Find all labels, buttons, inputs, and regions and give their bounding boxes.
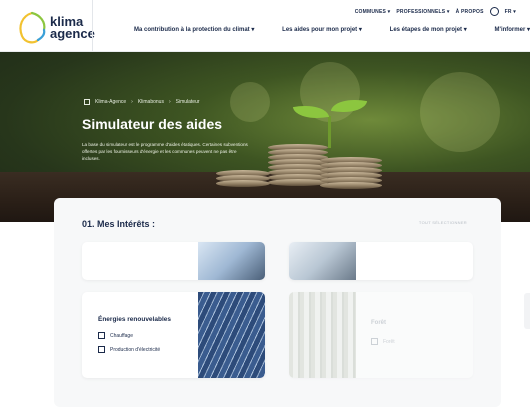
logo-line-2: agence (50, 26, 95, 41)
checkbox-label: Forêt (383, 338, 395, 345)
interest-tile[interactable] (289, 242, 473, 280)
interest-tile-image (198, 242, 265, 280)
nav-m-informer[interactable]: M'informer ▾ (495, 26, 530, 40)
breadcrumb-item[interactable]: Klimabonus (138, 99, 164, 105)
nav-m-informer-label: M'informer (494, 27, 526, 33)
nav-ma-contribution-label: Ma contribution à la protection du clima… (134, 27, 250, 33)
checkbox-label: Production d'électricité (110, 346, 161, 353)
checkbox-box[interactable] (98, 332, 105, 339)
breadcrumb-item: Simulateur (175, 99, 200, 105)
home-icon[interactable] (84, 99, 90, 105)
interest-tile-image (289, 242, 356, 280)
chevron-down-icon: ▾ (358, 27, 362, 33)
hero-bokeh (230, 82, 270, 122)
topnav-communes[interactable]: COMMUNES ▾ (355, 9, 391, 15)
klima-agence-logo[interactable]: klima agence (16, 10, 95, 46)
logo-mark-icon (19, 11, 46, 44)
interest-tile[interactable] (82, 242, 265, 280)
forest-title: Forêt (371, 320, 386, 326)
interest-tile-renewables[interactable]: Énergies renouvelables Chauffage Product… (82, 292, 265, 378)
breadcrumb-item[interactable]: Klima-Agence (95, 99, 126, 105)
topnav-apropos[interactable]: À PROPOS (456, 9, 484, 15)
nav-les-etapes-label: Les étapes de mon projet (389, 27, 463, 33)
main-nav: Ma contribution à la protection du clima… (92, 26, 530, 40)
site-header: klima agence COMMUNES ▾ PROFESSIONNELS ▾… (0, 0, 530, 52)
checkbox-production-electricite[interactable]: Production d'électricité (98, 346, 160, 353)
section-title: 01. Mes Intérêts : (82, 219, 156, 229)
hero-description: La base du simulateur est le programme d… (82, 142, 248, 161)
plant-stem (328, 116, 331, 148)
checkbox-box[interactable] (371, 338, 378, 345)
nav-les-etapes[interactable]: Les étapes de mon projet ▾ (390, 26, 467, 40)
checkbox-foret[interactable]: Forêt (371, 338, 395, 345)
select-all-link[interactable]: TOUT SÉLECTIONNER (419, 220, 467, 225)
language-select[interactable]: FR ▾ (505, 9, 516, 15)
checkbox-box[interactable] (98, 346, 105, 353)
nav-les-aides-label: Les aides pour mon projet (282, 27, 358, 33)
top-nav: COMMUNES ▾ PROFESSIONNELS ▾ À PROPOS FR … (355, 7, 516, 16)
side-panel-tab[interactable] (524, 293, 530, 329)
page-title: Simulateur des aides (82, 116, 223, 132)
chevron-down-icon: ▾ (251, 27, 255, 33)
chevron-down-icon: ▾ (463, 27, 467, 33)
forest-image (289, 292, 356, 378)
hero-bokeh (420, 72, 500, 152)
breadcrumb-separator: › (131, 99, 133, 105)
solar-panel-image (198, 292, 265, 378)
topnav-communes-label: COMMUNES (354, 8, 387, 15)
hero-banner: Klima-Agence › Klimabonus › Simulateur S… (0, 52, 530, 222)
logo-text: klima agence (50, 15, 95, 41)
nav-ma-contribution[interactable]: Ma contribution à la protection du clima… (134, 26, 254, 40)
interest-tile-forest[interactable]: Forêt Forêt (289, 292, 473, 378)
checkbox-label: Chauffage (110, 332, 133, 339)
search-icon[interactable] (489, 7, 499, 16)
topnav-professionnels[interactable]: PROFESSIONNELS ▾ (396, 9, 449, 15)
breadcrumb: Klima-Agence › Klimabonus › Simulateur (84, 99, 200, 105)
topnav-professionnels-label: PROFESSIONNELS (396, 8, 446, 15)
language-label: FR (504, 8, 512, 15)
checkbox-chauffage[interactable]: Chauffage (98, 332, 133, 339)
breadcrumb-separator: › (168, 99, 171, 105)
nav-les-aides[interactable]: Les aides pour mon projet ▾ (282, 26, 362, 40)
interests-card: 01. Mes Intérêts : TOUT SÉLECTIONNER Éne… (54, 198, 501, 407)
renewables-title: Énergies renouvelables (98, 316, 171, 323)
